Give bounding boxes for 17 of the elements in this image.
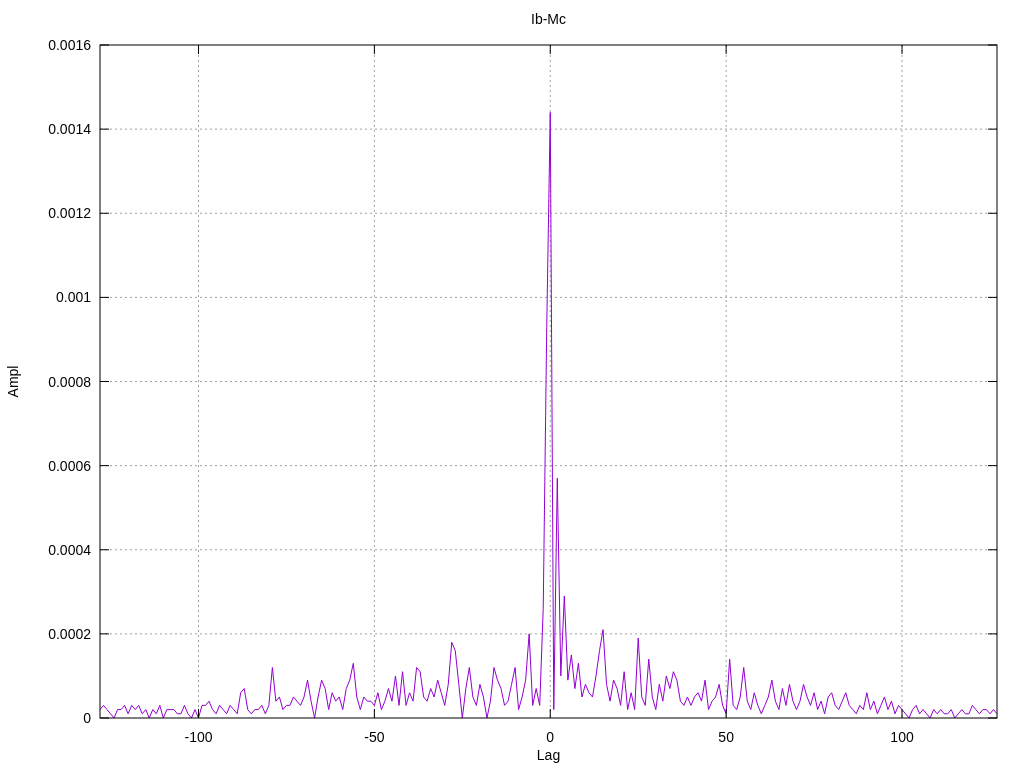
- tick-label: -50: [364, 729, 385, 745]
- tick-label: 0.001: [55, 289, 91, 306]
- tick-label: 0.0012: [48, 205, 91, 222]
- tick-label: 0.0014: [48, 121, 91, 138]
- tick-label: 0: [83, 710, 91, 726]
- tick-label: 0.0006: [48, 457, 91, 474]
- axis-label: Lag: [536, 747, 561, 763]
- tick-label: 100: [890, 729, 914, 745]
- tick-label: 50: [718, 729, 734, 745]
- tick-label: 0.0002: [48, 625, 91, 642]
- tick-label: 0.0004: [48, 541, 91, 558]
- axis-label: Ampl: [5, 365, 21, 398]
- tick-label: 0.0016: [48, 37, 91, 53]
- tick-label: 0.0008: [48, 373, 91, 390]
- tick-label: 0: [546, 729, 555, 745]
- tick-label: -100: [184, 729, 213, 745]
- chart-title: Ib-Mc: [531, 11, 566, 27]
